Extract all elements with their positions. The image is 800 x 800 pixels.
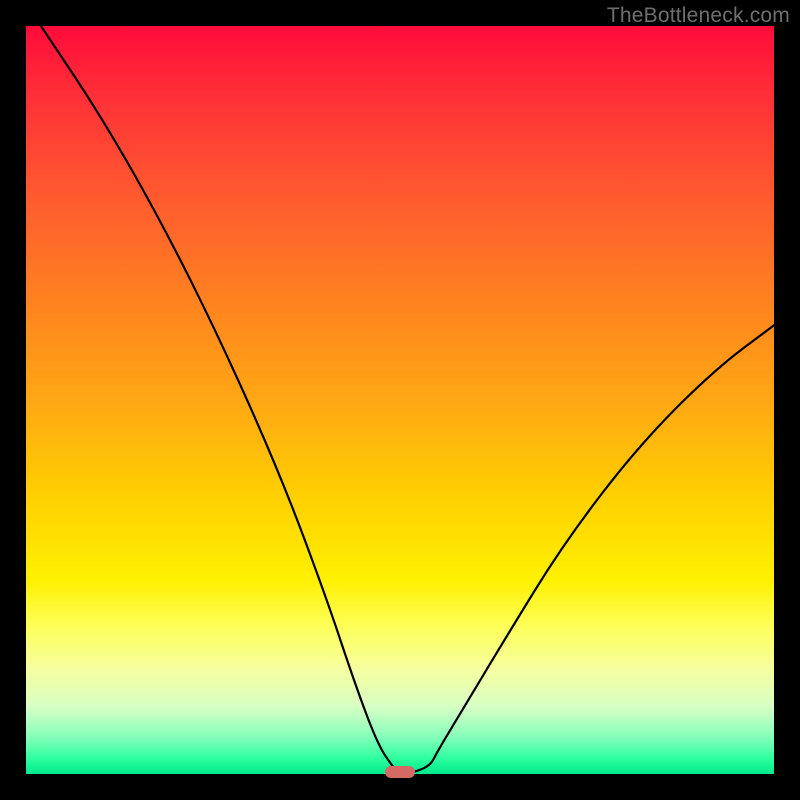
chart-frame: TheBottleneck.com (0, 0, 800, 800)
bottleneck-curve (26, 26, 774, 774)
curve-path (41, 26, 774, 774)
optimum-marker (385, 766, 415, 778)
watermark-label: TheBottleneck.com (607, 4, 790, 28)
plot-area (26, 26, 774, 774)
